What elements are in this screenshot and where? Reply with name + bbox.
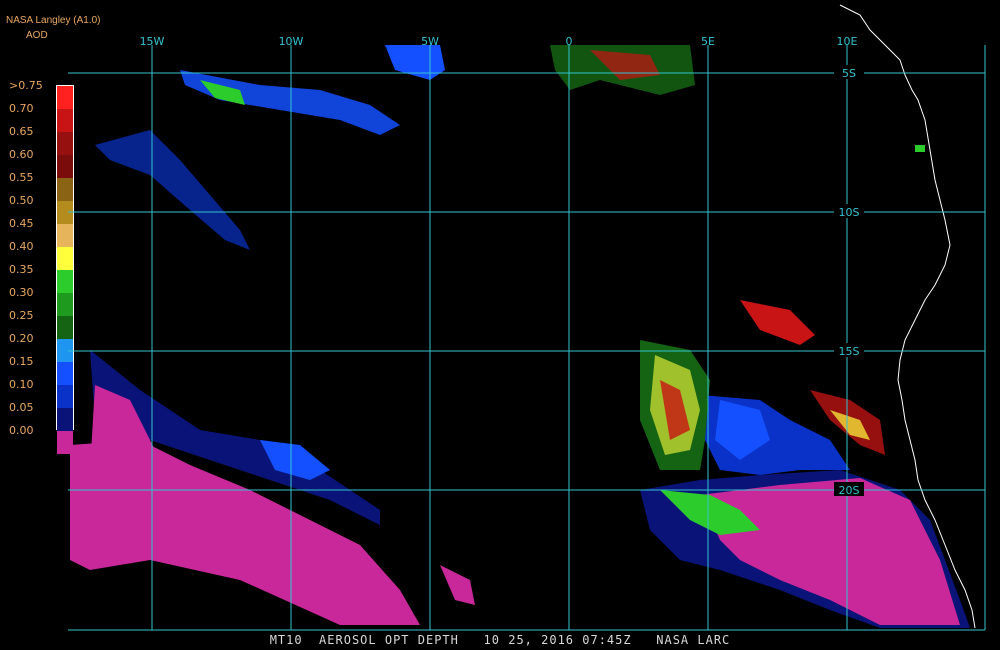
longitude-label: 10E — [837, 35, 858, 48]
longitude-label: 5E — [701, 35, 715, 48]
longitude-label: 5W — [421, 35, 439, 48]
longitude-label: 15W — [140, 35, 165, 48]
latitude-label: 10S — [839, 206, 860, 219]
latitude-label: 20S — [839, 484, 860, 497]
aod-field-southwest — [70, 350, 475, 625]
longitude-label: 0 — [566, 35, 573, 48]
image-caption: MT10 AEROSOL OPT DEPTH 10 25, 2016 07:45… — [269, 633, 731, 647]
latitude-label: 15S — [839, 345, 860, 358]
latitude-label: 5S — [842, 67, 856, 80]
aod-map: 15W 10W 5W 0 5E 10E 5S 10S 15S 20S — [68, 4, 986, 631]
aod-field-southeast — [640, 300, 970, 628]
longitude-labels: 15W 10W 5W 0 5E 10E — [140, 35, 858, 48]
aod-field-north — [95, 45, 925, 250]
longitude-label: 10W — [279, 35, 304, 48]
